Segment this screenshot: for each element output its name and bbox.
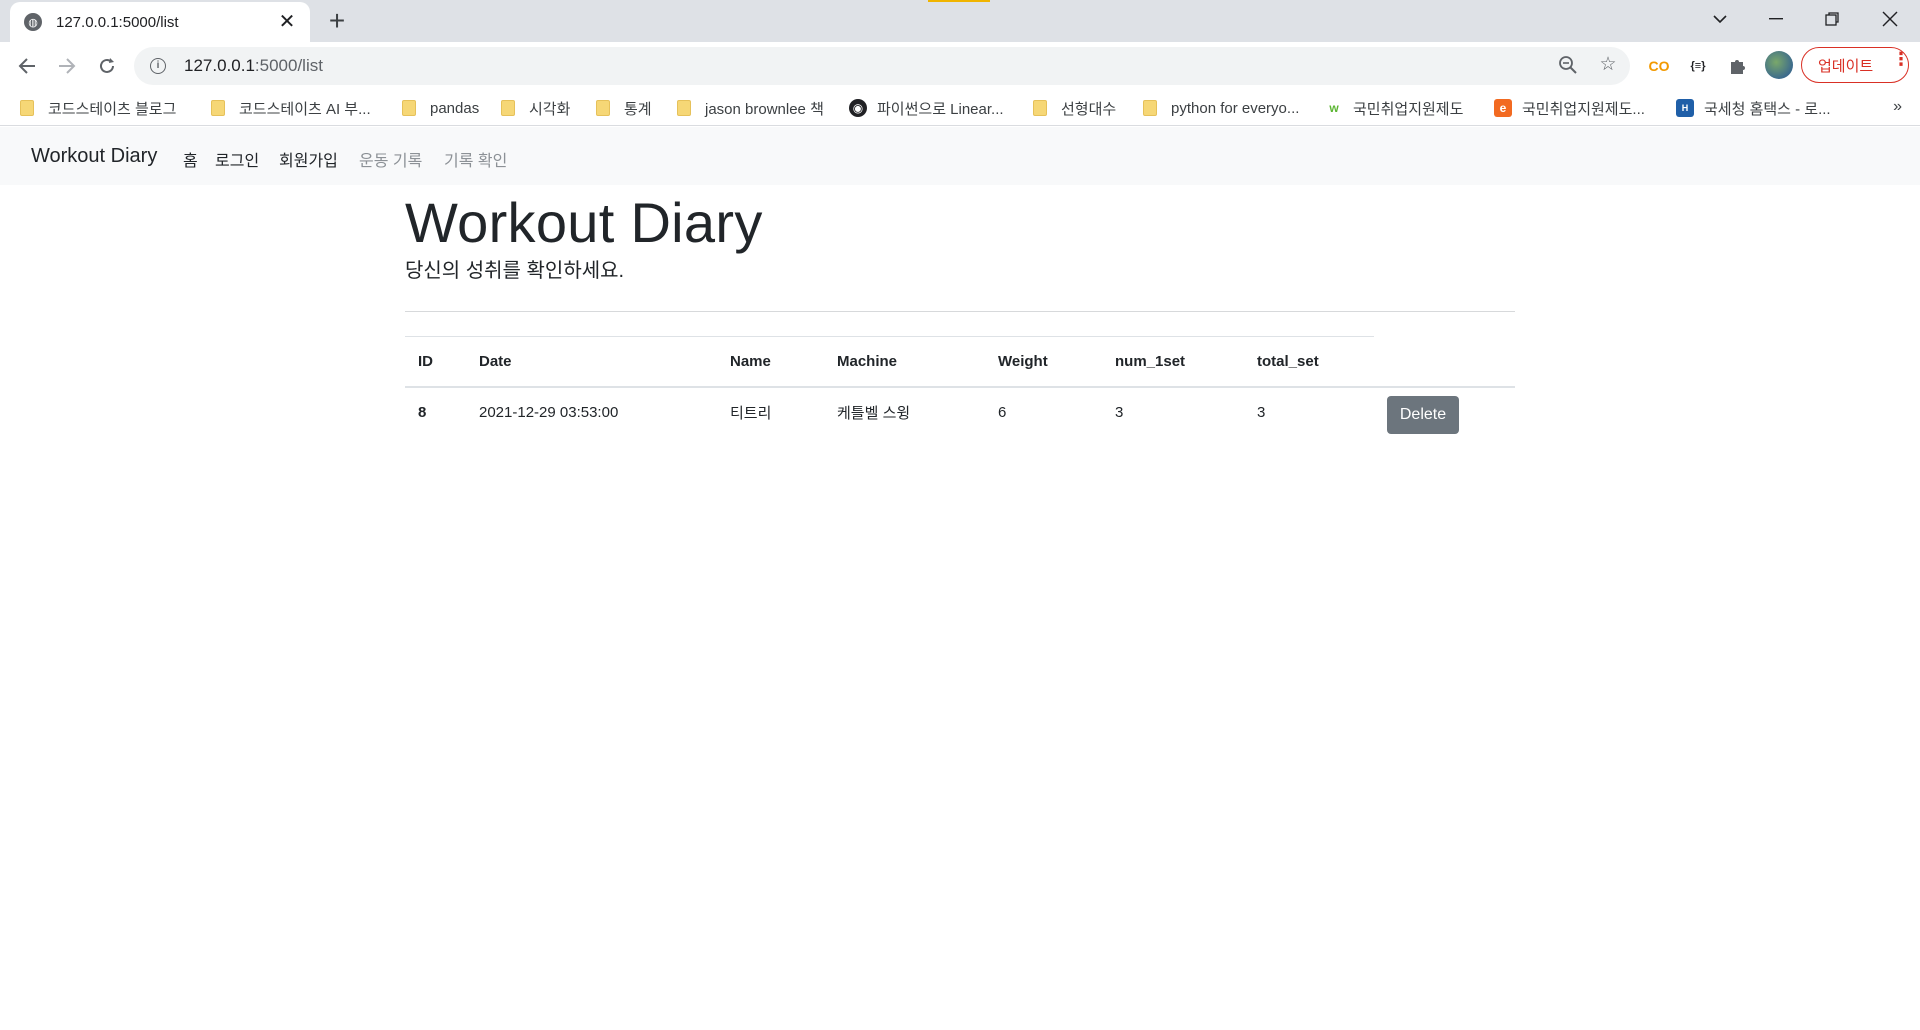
nav-view-records[interactable]: 기록 확인 xyxy=(444,147,507,171)
bookmark-label: 파이썬으로 Linear... xyxy=(877,100,1004,118)
page-subtitle: 당신의 성취를 확인하세요. xyxy=(405,260,625,283)
header-num-1set: num_1set xyxy=(1102,336,1244,388)
folder-icon xyxy=(402,100,416,116)
employment-site-icon: w xyxy=(1329,101,1339,115)
bookmark-item[interactable]: e 국민취업지원제도... xyxy=(1494,96,1645,120)
header-weight: Weight xyxy=(985,336,1102,388)
extensions-puzzle-icon[interactable] xyxy=(1725,54,1749,78)
cell-machine: 케틀벨 스윙 xyxy=(837,404,911,422)
tab-title: 127.0.0.1:5000/list xyxy=(56,13,179,31)
url-host: 127.0.0.1 xyxy=(184,56,255,75)
bookmark-item[interactable]: python for everyo... xyxy=(1143,96,1299,120)
bookmark-label: 선형대수 xyxy=(1061,100,1117,118)
bookmark-label: 통계 xyxy=(624,100,652,118)
bookmarks-bar: 코드스테이츠 블로그 코드스테이츠 AI 부... pandas 시각화 통계 … xyxy=(0,90,1920,126)
cell-name: 티트리 xyxy=(730,404,772,422)
profile-avatar[interactable] xyxy=(1765,51,1793,79)
bookmark-label: 국민취업지원제도 xyxy=(1353,100,1464,118)
bookmark-label: 국민취업지원제도... xyxy=(1522,100,1645,118)
cell-action: Delete xyxy=(1374,387,1515,437)
bookmark-item[interactable]: 시각화 xyxy=(501,96,570,120)
bookmark-item[interactable]: 코드스테이츠 블로그 xyxy=(20,96,176,120)
folder-icon xyxy=(1143,100,1157,116)
nav-login[interactable]: 로그인 xyxy=(215,147,259,171)
bookmark-label: 시각화 xyxy=(529,100,571,118)
folder-icon xyxy=(501,100,515,116)
json-extension-icon[interactable]: {≡} xyxy=(1686,54,1710,78)
folder-icon xyxy=(596,100,610,116)
tab-search-icon[interactable] xyxy=(1692,0,1748,38)
menu-kebab-icon[interactable]: ⋮ xyxy=(1892,50,1910,68)
header-action xyxy=(1374,336,1515,388)
header-machine: Machine xyxy=(824,336,985,388)
nav-signup[interactable]: 회원가입 xyxy=(279,147,338,171)
colab-extension-icon[interactable]: CO xyxy=(1647,54,1671,78)
bookmark-label: python for everyo... xyxy=(1171,99,1300,117)
records-table: ID Date Name Machine Weight num_1set tot… xyxy=(405,336,1515,437)
header-id: ID xyxy=(405,336,466,388)
folder-icon xyxy=(1033,100,1047,116)
linear-site-icon: ◉ xyxy=(849,99,867,117)
table-row: 8 2021-12-29 03:53:00 티트리 케틀벨 스윙 6 3 3 D… xyxy=(405,387,1515,437)
back-icon[interactable] xyxy=(10,49,44,83)
main-content: Workout Diary 당신의 성취를 확인하세요. ID Date Nam… xyxy=(405,185,1515,437)
folder-icon xyxy=(677,100,691,116)
bookmark-item[interactable]: jason brownlee 책 xyxy=(677,96,824,120)
bookmark-item[interactable]: 코드스테이츠 AI 부... xyxy=(211,96,371,120)
globe-icon: ◍ xyxy=(24,13,42,31)
close-window-icon[interactable] xyxy=(1862,0,1918,38)
bookmark-label: 코드스테이츠 블로그 xyxy=(48,100,177,118)
delete-button[interactable]: Delete xyxy=(1387,395,1459,434)
new-tab-icon[interactable]: + xyxy=(322,7,352,37)
bookmark-label: jason brownlee 책 xyxy=(705,100,824,118)
bookmark-star-icon[interactable]: ☆ xyxy=(1597,54,1619,76)
more-bookmarks-icon[interactable]: » xyxy=(1893,98,1902,116)
update-button[interactable]: 업데이트 ⋮ xyxy=(1801,47,1910,83)
header-date: Date xyxy=(466,336,717,388)
reload-icon[interactable] xyxy=(90,49,124,83)
nav-record-workout[interactable]: 운동 기록 xyxy=(359,147,422,171)
folder-icon xyxy=(20,100,34,116)
bookmark-label: 코드스테이츠 AI 부... xyxy=(239,100,371,118)
minimize-icon[interactable] xyxy=(1748,0,1804,38)
browser-tab[interactable]: ◍ 127.0.0.1:5000/list ✕ xyxy=(10,2,310,42)
table-header-row: ID Date Name Machine Weight num_1set tot… xyxy=(405,336,1515,388)
url-path: :5000/list xyxy=(254,56,323,75)
folder-icon xyxy=(211,100,225,116)
site-info-icon[interactable]: i xyxy=(150,58,166,74)
restore-icon[interactable] xyxy=(1804,0,1860,38)
bookmark-item[interactable]: w 국민취업지원제도 xyxy=(1325,96,1463,120)
employment-site-icon-2: e xyxy=(1494,99,1512,117)
bookmark-label: 국세청 홈택스 - 로... xyxy=(1704,100,1831,118)
hometax-site-icon: H xyxy=(1676,99,1694,117)
update-label: 업데이트 xyxy=(1818,57,1874,75)
browser-toolbar: i 127.0.0.1:5000/list ☆ CO {≡} 업데이트 ⋮ xyxy=(0,42,1920,90)
cell-total-set: 3 xyxy=(1257,403,1266,421)
bookmark-item[interactable]: ◉ 파이썬으로 Linear... xyxy=(849,96,1004,120)
cell-weight: 6 xyxy=(998,403,1007,421)
bookmark-item[interactable]: pandas xyxy=(402,96,479,120)
bookmark-label: pandas xyxy=(430,99,480,117)
nav-home[interactable]: 홈 xyxy=(183,147,198,171)
bookmark-item[interactable]: 통계 xyxy=(596,96,652,120)
address-bar[interactable]: i 127.0.0.1:5000/list xyxy=(134,47,1630,85)
forward-icon[interactable] xyxy=(50,49,84,83)
page-title: Workout Diary xyxy=(405,191,763,254)
brand-link[interactable]: Workout Diary xyxy=(31,145,157,168)
bookmark-item[interactable]: H 국세청 홈택스 - 로... xyxy=(1676,96,1831,120)
divider xyxy=(405,311,1515,313)
header-total-set: total_set xyxy=(1244,336,1374,388)
cell-date: 2021-12-29 03:53:00 xyxy=(479,403,619,421)
zoom-icon[interactable] xyxy=(1557,55,1579,77)
bookmark-item[interactable]: 선형대수 xyxy=(1033,96,1116,120)
cell-num-1set: 3 xyxy=(1115,403,1124,421)
header-name: Name xyxy=(717,336,824,388)
browser-tab-strip: ◍ 127.0.0.1:5000/list ✕ + xyxy=(0,0,1920,42)
tab-accent-bar xyxy=(928,0,990,2)
app-navbar: Workout Diary 홈 로그인 회원가입 운동 기록 기록 확인 xyxy=(0,127,1920,185)
cell-id: 8 xyxy=(418,403,427,421)
close-tab-icon[interactable]: ✕ xyxy=(276,11,298,33)
